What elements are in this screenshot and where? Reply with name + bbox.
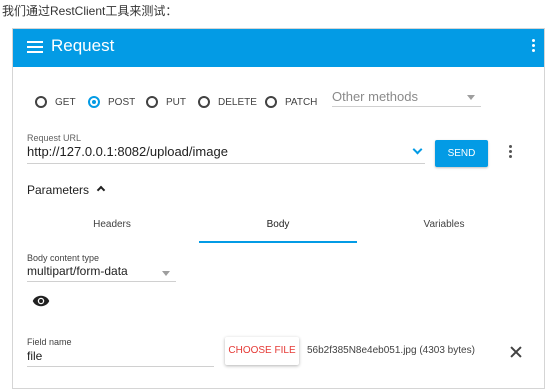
radio-icon — [35, 96, 47, 108]
send-button[interactable]: SEND — [435, 140, 488, 167]
method-label: PUT — [166, 96, 186, 108]
tab-body[interactable]: Body — [199, 211, 357, 243]
restclient-window: Request GET POST PUT DELETE PATCH Other … — [12, 28, 545, 389]
body-content-type-value: multipart/form-data — [27, 264, 128, 278]
close-icon[interactable] — [510, 346, 522, 358]
radio-icon — [265, 96, 277, 108]
parameters-toggle[interactable]: Parameters — [27, 183, 89, 197]
method-put-radio[interactable]: PUT — [146, 93, 186, 111]
selected-file-info: 56b2f385N8e4eb051.jpg (4303 bytes) — [307, 345, 475, 356]
radio-checked-icon — [88, 96, 100, 108]
method-label: POST — [108, 96, 136, 108]
choose-file-button[interactable]: CHOOSE FILE — [225, 337, 299, 365]
intro-text: 我们通过RestClient工具来测试： — [2, 4, 178, 18]
menu-icon[interactable] — [27, 39, 43, 55]
method-post-radio[interactable]: POST — [88, 93, 135, 111]
radio-icon — [146, 96, 158, 108]
more-vert-icon[interactable] — [530, 39, 536, 57]
other-methods-placeholder: Other methods — [332, 89, 418, 104]
app-bar: Request — [13, 29, 544, 67]
radio-icon — [198, 96, 210, 108]
other-methods-select[interactable]: Other methods — [332, 85, 481, 107]
body-tabs: Headers Body Variables — [27, 211, 530, 243]
tab-variables[interactable]: Variables — [365, 211, 523, 243]
eye-icon[interactable] — [32, 295, 50, 307]
tab-headers[interactable]: Headers — [33, 211, 191, 243]
method-delete-radio[interactable]: DELETE — [198, 93, 257, 111]
body-content-type-select[interactable]: multipart/form-data — [27, 264, 176, 282]
method-label: DELETE — [218, 96, 257, 108]
dropdown-caret-icon — [467, 95, 475, 100]
request-url-value: http://127.0.0.1:8082/upload/image — [27, 144, 228, 159]
chevron-up-icon[interactable] — [96, 185, 106, 195]
request-url-input[interactable]: http://127.0.0.1:8082/upload/image — [27, 144, 425, 164]
app-bar-title: Request — [51, 36, 115, 55]
field-name-input[interactable]: file — [27, 349, 214, 367]
chevron-down-icon[interactable] — [412, 144, 423, 155]
body-content-type-label: Body content type — [27, 253, 100, 263]
dropdown-caret-icon — [162, 271, 170, 276]
method-get-radio[interactable]: GET — [35, 93, 76, 111]
field-name-label: Field name — [27, 337, 72, 347]
request-url-label: Request URL — [27, 133, 82, 143]
method-label: PATCH — [285, 96, 318, 108]
more-vert-icon[interactable] — [507, 145, 513, 161]
method-label: GET — [55, 96, 76, 108]
method-patch-radio[interactable]: PATCH — [265, 93, 317, 111]
